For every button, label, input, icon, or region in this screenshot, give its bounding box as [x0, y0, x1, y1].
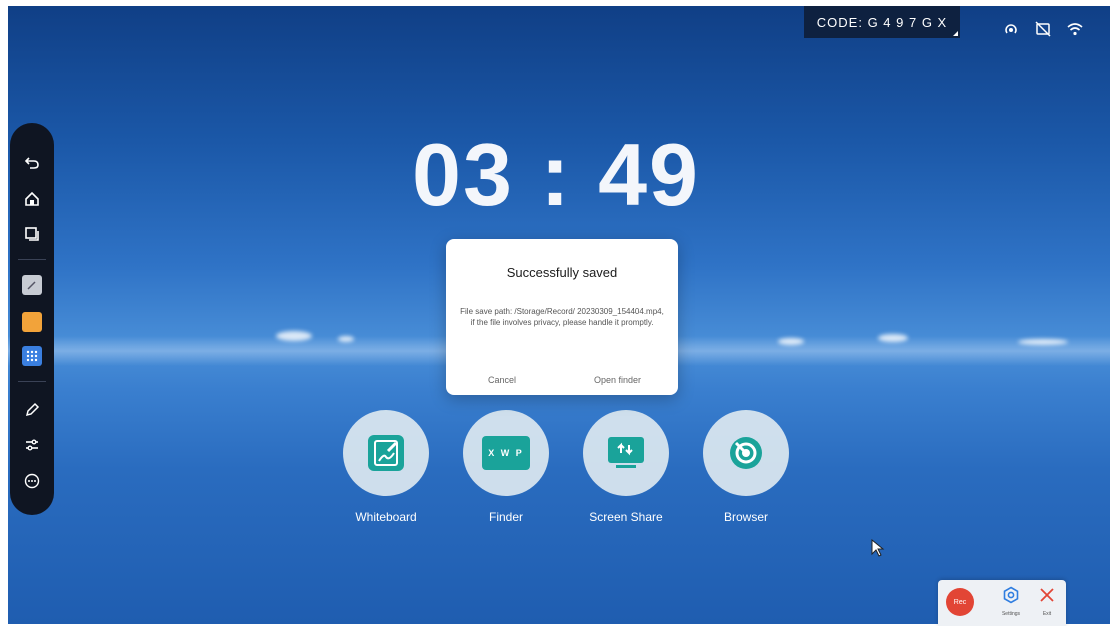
- clock-time: 03 : 49: [412, 125, 700, 224]
- app-finder[interactable]: X W P Finder: [463, 410, 549, 524]
- rec-label: Rec: [953, 598, 967, 606]
- screen-share-icon: [608, 437, 644, 468]
- save-success-dialog: Successfully saved File save path: /Stor…: [446, 239, 678, 395]
- cancel-button[interactable]: Cancel: [488, 375, 516, 385]
- toolbar-separator: [18, 259, 46, 260]
- close-icon: [1040, 588, 1054, 602]
- note-thumb-icon[interactable]: [21, 311, 43, 333]
- toolbar-separator: [18, 381, 46, 382]
- status-icons: [1002, 20, 1084, 38]
- exit-label: Exit: [1042, 611, 1052, 617]
- app-label: Screen Share: [589, 510, 663, 524]
- adjust-icon[interactable]: [21, 434, 43, 456]
- cloud: [778, 338, 804, 345]
- app-icon-circle: [343, 410, 429, 496]
- cloud: [338, 336, 354, 342]
- finder-icon-text: X W P: [488, 448, 524, 458]
- app-icon-circle: [583, 410, 669, 496]
- back-icon[interactable]: [21, 151, 43, 173]
- windows-icon[interactable]: [21, 223, 43, 245]
- app-label: Browser: [723, 510, 768, 524]
- apps-grid-icon[interactable]: [21, 345, 43, 367]
- cloud: [878, 334, 908, 342]
- dialog-title: Successfully saved: [506, 265, 618, 280]
- settings-label: Settings: [1001, 611, 1021, 617]
- recording-panel: Rec Settings Exit: [938, 580, 1066, 626]
- mouse-cursor-icon: [871, 538, 885, 562]
- whiteboard-thumb-icon[interactable]: [21, 274, 43, 296]
- app-launcher: Whiteboard X W P Finder Screen Share Bro…: [343, 410, 803, 530]
- app-whiteboard[interactable]: Whiteboard: [343, 410, 429, 524]
- rec-button[interactable]: Rec: [946, 588, 974, 616]
- browser-icon: [730, 437, 762, 469]
- finder-icon: X W P: [482, 436, 530, 470]
- open-finder-button[interactable]: Open finder: [594, 375, 641, 385]
- dialog-message: File save path: /Storage/Record/ 2023030…: [460, 307, 664, 327]
- app-label: Finder: [488, 510, 523, 524]
- wifi-icon[interactable]: [1066, 20, 1084, 38]
- side-toolbar: [10, 123, 54, 515]
- desktop-screen: CODE: G 4 9 7 G X 03: 49 Whiteboard X W…: [8, 6, 1110, 624]
- app-icon-circle: X W P: [463, 410, 549, 496]
- app-icon-circle: [703, 410, 789, 496]
- more-icon[interactable]: [21, 470, 43, 492]
- app-label: Whiteboard: [355, 510, 417, 524]
- whiteboard-icon: [368, 435, 404, 471]
- settings-icon: [1003, 586, 1019, 604]
- app-browser[interactable]: Browser: [703, 410, 789, 524]
- room-code-badge: CODE: G 4 9 7 G X: [804, 6, 960, 38]
- hotspot-icon[interactable]: [1002, 20, 1020, 38]
- app-screen-share[interactable]: Screen Share: [583, 410, 669, 524]
- room-code-text: CODE: G 4 9 7 G X: [816, 14, 948, 30]
- no-screen-icon[interactable]: [1034, 20, 1052, 38]
- settings-button[interactable]: Settings: [996, 586, 1026, 617]
- pen-icon[interactable]: [21, 399, 43, 421]
- home-icon[interactable]: [21, 188, 43, 210]
- corner-mark: [953, 31, 958, 36]
- cloud: [276, 331, 312, 341]
- exit-button[interactable]: Exit: [1032, 586, 1062, 617]
- cloud: [1018, 339, 1068, 345]
